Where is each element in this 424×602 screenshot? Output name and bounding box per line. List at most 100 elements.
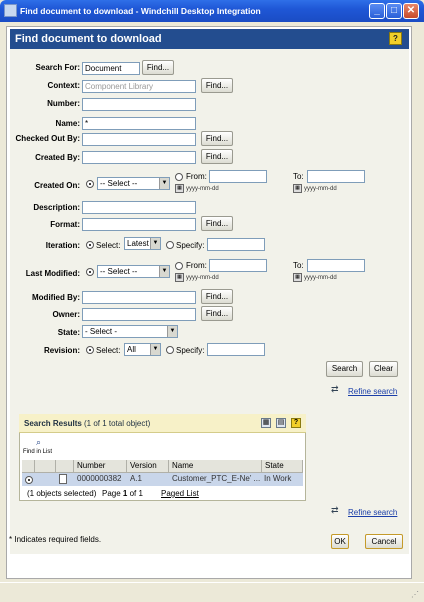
calendar-icon[interactable]: ▦ [293, 184, 302, 193]
calendar-icon[interactable]: ▦ [175, 273, 184, 282]
refine-search-link[interactable]: Refine search [348, 508, 397, 517]
iteration-specify-radio[interactable] [166, 241, 174, 249]
owner-field[interactable] [82, 308, 196, 321]
search-button[interactable]: Search [326, 361, 363, 377]
table-header-cell [35, 460, 56, 473]
row-version: A.1 [130, 474, 143, 483]
row-number[interactable]: 0000000382 [77, 474, 122, 483]
revision-specify-field[interactable] [207, 343, 265, 356]
iteration-specify-label: Specify: [176, 241, 205, 250]
last-modified-from-field[interactable] [209, 259, 267, 272]
row-select-radio[interactable] [25, 476, 33, 484]
number-field[interactable] [82, 98, 196, 111]
row-state: In Work [264, 474, 292, 483]
column-header-number[interactable]: Number [74, 460, 127, 473]
cancel-button[interactable]: Cancel [365, 534, 403, 549]
view-grid-icon[interactable]: ▦ [261, 418, 271, 428]
results-help-icon[interactable]: ? [291, 418, 301, 428]
iteration-specify-field[interactable] [207, 238, 265, 251]
refine-search-icon[interactable]: ⇄ [331, 384, 345, 394]
name-field[interactable]: * [82, 117, 196, 130]
column-header-version[interactable]: Version [127, 460, 169, 473]
search-for-field[interactable]: Document [82, 62, 140, 75]
last-modified-from-label: From: [186, 261, 207, 270]
ok-button[interactable]: OK [331, 534, 349, 549]
created-by-label: Created By: [35, 153, 80, 162]
page-indicator: Page 1 of 1 [102, 489, 143, 498]
column-header-name[interactable]: Name [169, 460, 262, 473]
resize-grip-icon[interactable]: ⋰ [411, 590, 419, 599]
created-on-select[interactable]: -- Select -- ▼ [97, 177, 170, 190]
iteration-select-radio[interactable] [86, 241, 94, 249]
created-by-field[interactable] [82, 151, 196, 164]
selected-count: (1 objects selected) [27, 489, 97, 498]
required-note: * Indicates required fields. [9, 535, 102, 544]
last-modified-to-field[interactable] [307, 259, 365, 272]
refine-search-icon[interactable]: ⇄ [331, 505, 345, 515]
help-button[interactable]: ? [389, 32, 402, 45]
close-button[interactable]: ✕ [403, 3, 419, 19]
created-on-to-field[interactable] [307, 170, 365, 183]
created-on-label: Created On: [34, 181, 80, 190]
column-header-state[interactable]: State [262, 460, 303, 473]
modified-by-label: Modified By: [32, 293, 80, 302]
modified-by-find-button[interactable]: Find... [201, 289, 233, 304]
context-field[interactable]: Component Library [82, 80, 196, 93]
context-find-button[interactable]: Find... [201, 78, 233, 93]
page-title: Find document to download [10, 29, 409, 49]
revision-select[interactable]: All ▼ [124, 343, 161, 356]
date-format-hint: yyyy-mm-dd [186, 186, 219, 192]
name-label: Name: [55, 119, 80, 128]
calendar-icon[interactable]: ▦ [293, 273, 302, 282]
find-in-list-icon[interactable]: ⌕ [36, 437, 46, 447]
chevron-down-icon: ▼ [150, 238, 160, 249]
last-modified-from-radio[interactable] [175, 262, 183, 270]
row-name[interactable]: Customer_PTC_E-Ne’ ... [172, 474, 261, 483]
created-on-from-radio[interactable] [175, 173, 183, 181]
last-modified-select-radio[interactable] [86, 268, 94, 276]
checked-out-by-find-button[interactable]: Find... [201, 131, 233, 146]
number-label: Number: [47, 99, 80, 108]
revision-specify-radio[interactable] [166, 346, 174, 354]
format-find-button[interactable]: Find... [201, 216, 233, 231]
refine-search-link[interactable]: Refine search [348, 387, 397, 396]
modified-by-field[interactable] [82, 291, 196, 304]
created-on-from-label: From: [186, 172, 207, 181]
created-on-select-radio[interactable] [86, 180, 94, 188]
checked-out-by-field[interactable] [82, 133, 196, 146]
revision-select-label: Select: [96, 346, 121, 355]
iteration-select-label: Select: [96, 241, 121, 250]
app-icon [4, 4, 17, 17]
calendar-icon[interactable]: ▦ [175, 184, 184, 193]
created-by-find-button[interactable]: Find... [201, 149, 233, 164]
state-select[interactable]: - Select - ▼ [82, 325, 178, 338]
last-modified-select[interactable]: -- Select -- ▼ [97, 265, 170, 278]
search-for-find-button[interactable]: Find... [142, 60, 174, 75]
paged-list-link[interactable]: Paged List [161, 489, 199, 498]
window-title: Find document to download - Windchill De… [20, 6, 261, 16]
last-modified-to-label: To: [293, 261, 304, 270]
date-format-hint: yyyy-mm-dd [304, 186, 337, 192]
view-list-icon[interactable]: ▤ [276, 418, 286, 428]
created-on-from-field[interactable] [209, 170, 267, 183]
iteration-select[interactable]: Latest ▼ [124, 237, 161, 250]
date-format-hint: yyyy-mm-dd [186, 275, 219, 281]
chevron-down-icon: ▼ [150, 344, 160, 355]
maximize-button[interactable]: □ [386, 3, 402, 19]
state-label: State: [57, 328, 80, 337]
clear-button[interactable]: Clear [369, 361, 398, 377]
chevron-down-icon: ▼ [159, 266, 169, 277]
date-format-hint: yyyy-mm-dd [304, 275, 337, 281]
search-for-label: Search For: [35, 63, 80, 72]
revision-select-radio[interactable] [86, 346, 94, 354]
last-modified-label: Last Modified: [25, 269, 80, 278]
find-in-list-label[interactable]: Find in List [23, 449, 52, 455]
minimize-button[interactable]: _ [369, 3, 385, 19]
description-field[interactable] [82, 201, 196, 214]
created-on-to-label: To: [293, 172, 304, 181]
status-bar [0, 582, 424, 602]
owner-find-button[interactable]: Find... [201, 306, 233, 321]
format-field[interactable] [82, 218, 196, 231]
window-title-bar[interactable]: Find document to download - Windchill De… [0, 0, 424, 22]
table-header-cell [22, 460, 35, 473]
